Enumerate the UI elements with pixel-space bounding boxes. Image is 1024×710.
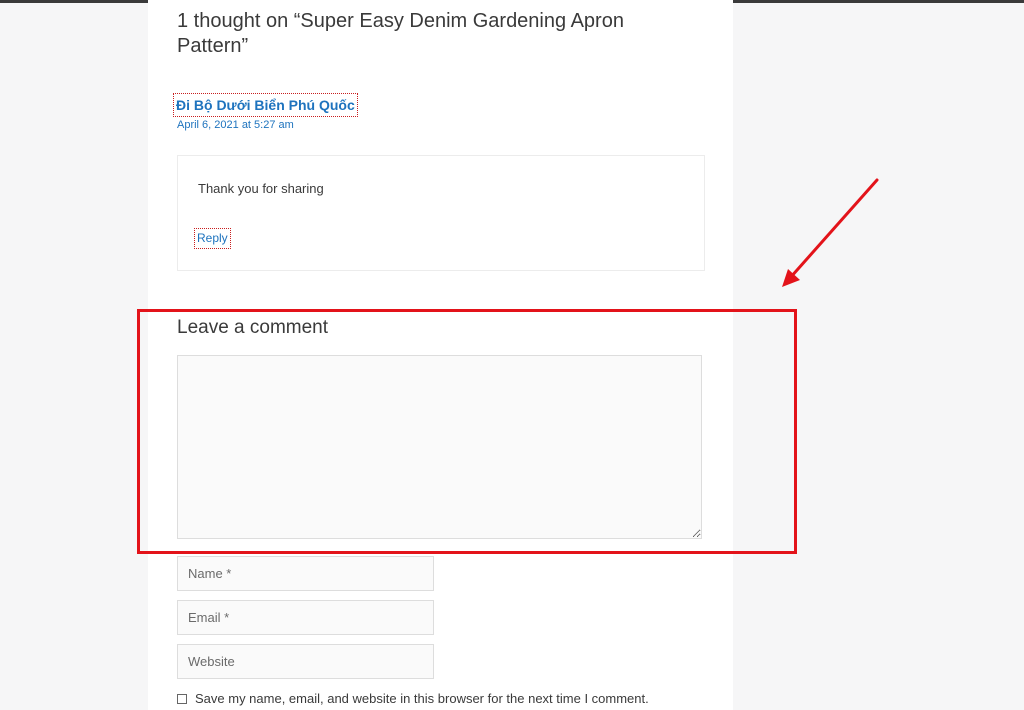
save-info-row[interactable]: Save my name, email, and website in this… xyxy=(177,691,649,706)
comment-text: Thank you for sharing xyxy=(198,181,324,196)
reply-link[interactable]: Reply xyxy=(194,228,231,249)
annotation-arrow-icon xyxy=(782,178,879,287)
comment-body-box xyxy=(177,155,705,271)
annotation-highlight-box xyxy=(137,309,797,554)
comments-title: 1 thought on “Super Easy Denim Gardening… xyxy=(177,10,624,57)
name-field[interactable] xyxy=(177,556,434,591)
website-field[interactable] xyxy=(177,644,434,679)
save-info-checkbox[interactable] xyxy=(177,693,187,704)
comment-date-link[interactable]: April 6, 2021 at 5:27 am xyxy=(177,119,294,131)
comment-author-link[interactable]: Đi Bộ Dưới Biển Phú Quốc xyxy=(173,93,358,117)
save-info-label: Save my name, email, and website in this… xyxy=(195,691,649,706)
email-field[interactable] xyxy=(177,600,434,635)
